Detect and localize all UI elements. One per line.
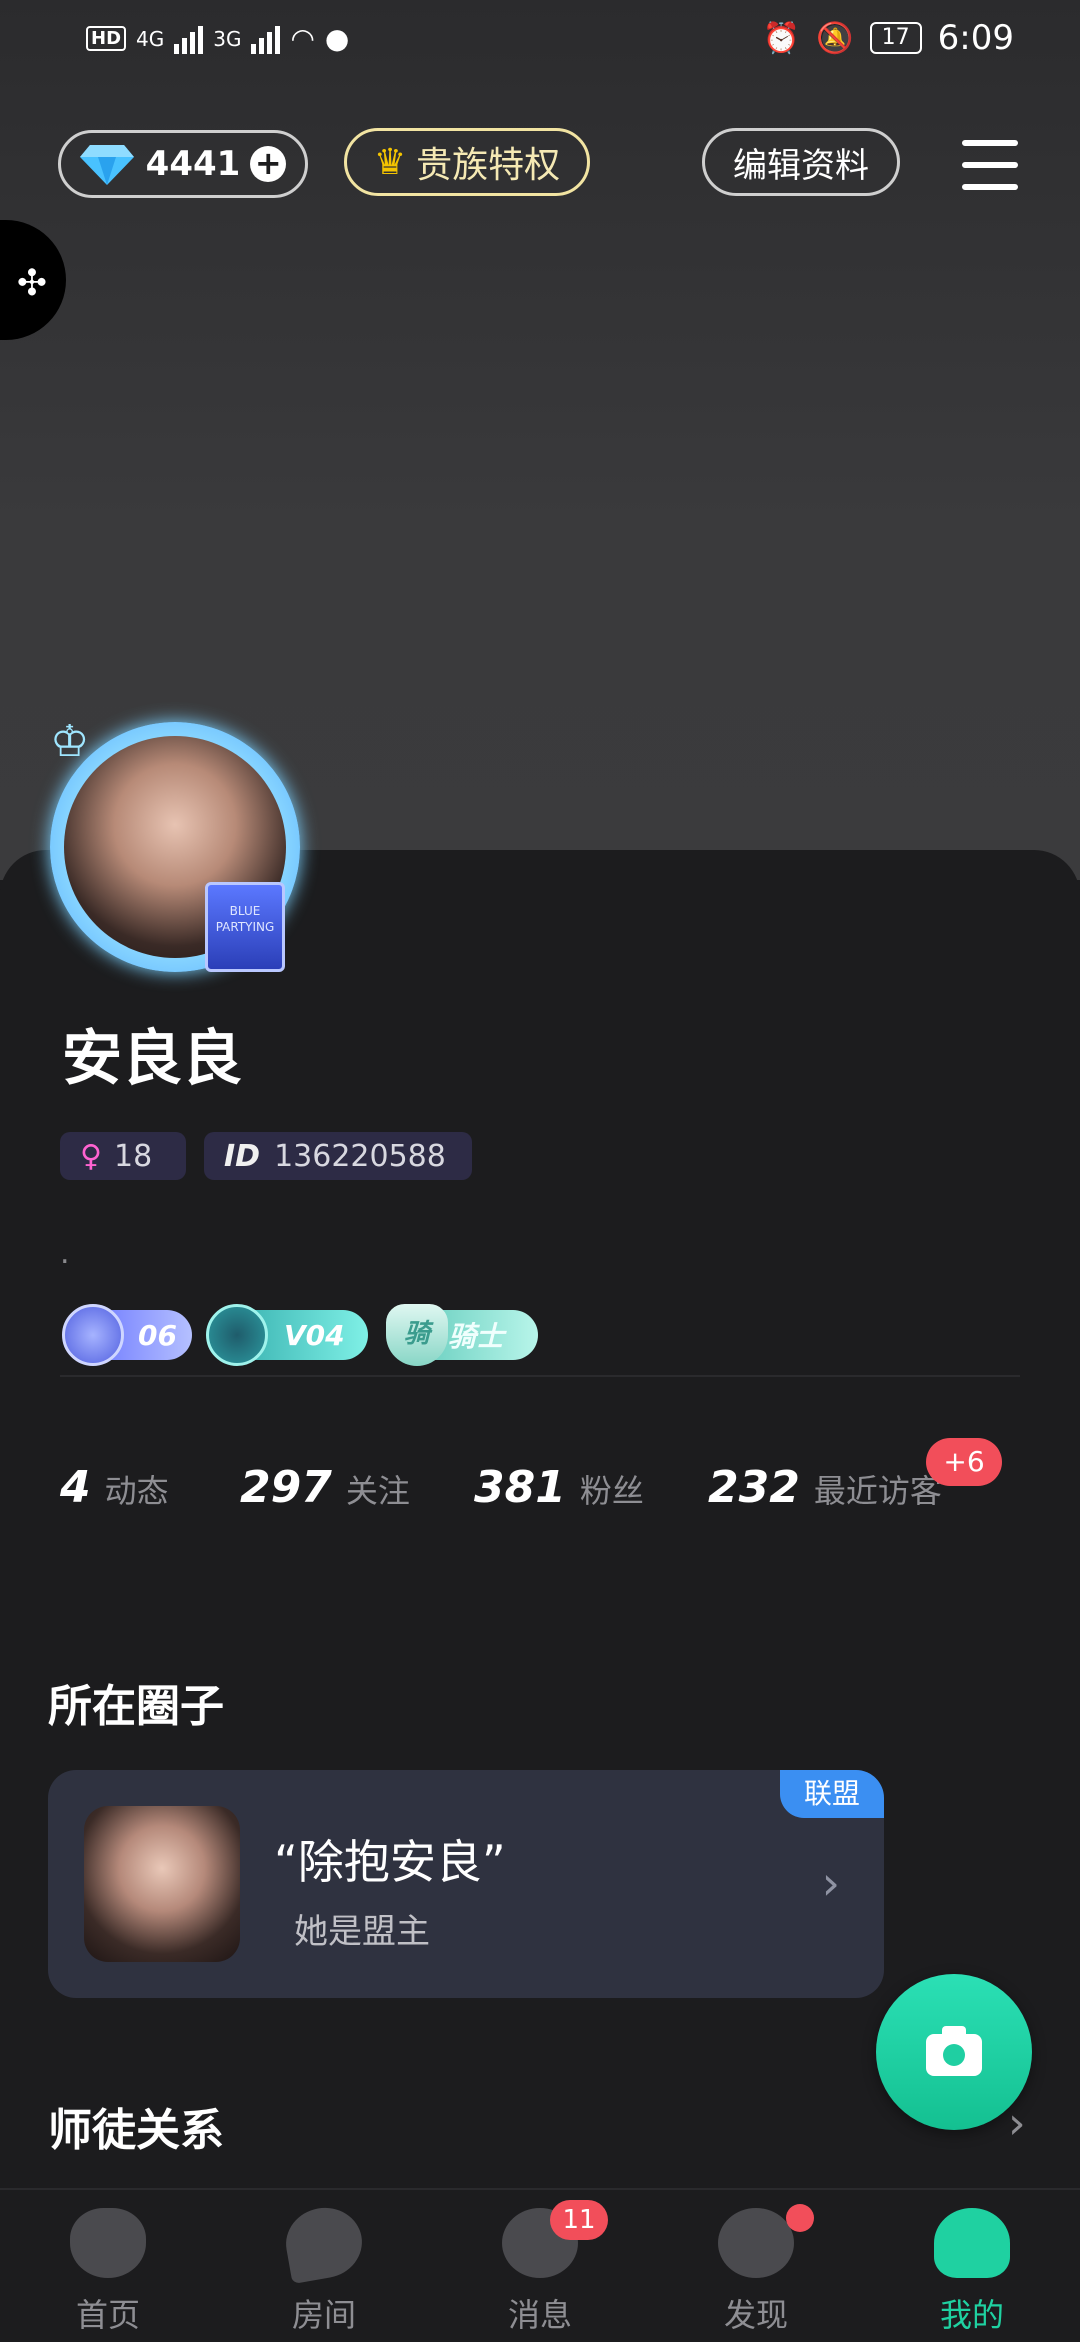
status-left: HD 4G 3G ◠ ● <box>86 22 349 55</box>
status-right: ⏰ 🔕 17 6:09 <box>763 18 1014 58</box>
edit-profile-button[interactable]: 编辑资料 <box>702 128 900 196</box>
age-value: 18 <box>113 1138 153 1174</box>
network-3g-label: 3G <box>213 26 242 51</box>
mask-icon <box>70 2208 146 2278</box>
messages-badge: 11 <box>550 2200 608 2240</box>
circle-thumbnail <box>84 1806 240 1962</box>
circle-role: 她是盟主 <box>294 1912 430 1952</box>
tab-discover[interactable]: 发现 <box>648 2190 864 2342</box>
user-id-value: 136220588 <box>274 1138 446 1174</box>
stat-following-label: 关注 <box>345 1472 410 1510</box>
noble-privilege-label: 贵族特权 <box>416 145 561 186</box>
circle-section-title: 所在圈子 <box>48 1681 224 1732</box>
knight-shield-icon: 骑 <box>386 1304 448 1366</box>
tab-messages[interactable]: 11 消息 <box>432 2190 648 2342</box>
new-visitors-badge: +6 <box>926 1438 1002 1486</box>
stat-posts-count: 4 <box>60 1462 91 1513</box>
signal-icon <box>174 24 204 54</box>
stat-fans-count: 381 <box>474 1462 566 1513</box>
profile-icon <box>934 2208 1010 2278</box>
stat-following-count: 297 <box>240 1462 332 1513</box>
tab-discover-label: 发现 <box>723 2296 788 2334</box>
username: 安良良 <box>62 1024 242 1094</box>
clock: 6:09 <box>937 18 1014 58</box>
room-icon <box>280 2201 368 2285</box>
mentor-chevron-right-icon[interactable]: › <box>1008 2098 1026 2149</box>
puzzle-icon[interactable]: ✣ <box>10 262 54 306</box>
divider <box>60 1375 1020 1377</box>
edit-profile-label: 编辑资料 <box>733 145 869 186</box>
bio-text: . <box>60 1236 70 1271</box>
menu-icon[interactable] <box>962 140 1018 192</box>
add-diamond-icon[interactable]: + <box>250 146 287 182</box>
knight-badge-text: 骑士 <box>448 1320 505 1353</box>
status-bar: HD 4G 3G ◠ ● ⏰ 🔕 17 6:09 <box>0 0 1080 80</box>
network-4g-label: 4G <box>136 26 165 51</box>
stat-visitors-count: 232 <box>708 1462 800 1513</box>
alliance-tag: 联盟 <box>780 1770 884 1818</box>
tab-room[interactable]: 房间 <box>216 2190 432 2342</box>
gender-age-tag: ♀ 18 <box>60 1132 186 1180</box>
stat-posts-label: 动态 <box>104 1472 169 1510</box>
mentor-section-title: 师徒关系 <box>48 2105 224 2156</box>
signal-icon-2 <box>251 24 281 54</box>
stat-following[interactable]: 297 关注 <box>240 1462 410 1513</box>
female-icon: ♀ <box>80 1138 102 1174</box>
vip-eye-icon <box>206 1304 268 1366</box>
perfume-decoration: BLUE PARTYING <box>205 882 285 972</box>
chevron-right-icon: › <box>821 1856 840 1910</box>
chat-notification-icon: ● <box>324 22 350 55</box>
circle-card[interactable]: “除抱安良” 她是盟主 › 联盟 <box>48 1770 884 1998</box>
stat-visitors[interactable]: 232 最近访客 <box>708 1462 942 1513</box>
circle-name: “除抱安良” <box>274 1835 506 1889</box>
level-badge-text: 06 <box>138 1318 177 1352</box>
battery-icon: 17 <box>869 22 922 54</box>
diamond-count: 4441 <box>145 144 241 184</box>
mute-icon: 🔕 <box>816 20 854 56</box>
wifi-icon: ◠ <box>290 22 315 55</box>
user-id-tag[interactable]: ID 136220588 <box>204 1132 472 1180</box>
stat-visitors-label: 最近访客 <box>813 1472 942 1510</box>
level-badge[interactable]: 06 <box>62 1304 192 1366</box>
tab-home[interactable]: 首页 <box>0 2190 216 2342</box>
tab-me[interactable]: 我的 <box>864 2190 1080 2342</box>
avatar[interactable]: ♔ BLUE PARTYING <box>50 716 300 972</box>
tab-messages-label: 消息 <box>507 2296 572 2334</box>
planet-icon <box>718 2208 794 2278</box>
tab-me-label: 我的 <box>939 2296 1004 2334</box>
bottom-tab-bar: 首页 房间 11 消息 发现 我的 <box>0 2188 1080 2342</box>
alarm-icon: ⏰ <box>762 20 801 56</box>
vip-badge-text: V04 <box>284 1318 345 1352</box>
knight-badge[interactable]: 骑 骑士 <box>386 1304 538 1366</box>
id-icon: ID <box>224 1138 261 1174</box>
frame-crown-icon: ♔ <box>50 716 90 767</box>
diamond-icon <box>79 145 134 185</box>
hd-indicator: HD <box>86 26 127 51</box>
tab-room-label: 房间 <box>291 2296 356 2334</box>
level-feather-icon <box>62 1304 124 1366</box>
tab-home-label: 首页 <box>75 2296 140 2334</box>
stat-fans-label: 粉丝 <box>579 1472 644 1510</box>
camera-button[interactable] <box>876 1974 1032 2130</box>
vip-badge[interactable]: V04 <box>206 1304 368 1366</box>
diamond-balance-button[interactable]: 4441 + <box>58 130 308 198</box>
discover-dot-badge <box>786 2204 814 2232</box>
crown-icon: ♛ <box>373 141 407 183</box>
stat-posts[interactable]: 4 动态 <box>60 1462 169 1513</box>
noble-privilege-button[interactable]: ♛ 贵族特权 <box>344 128 590 196</box>
stat-fans[interactable]: 381 粉丝 <box>474 1462 644 1513</box>
